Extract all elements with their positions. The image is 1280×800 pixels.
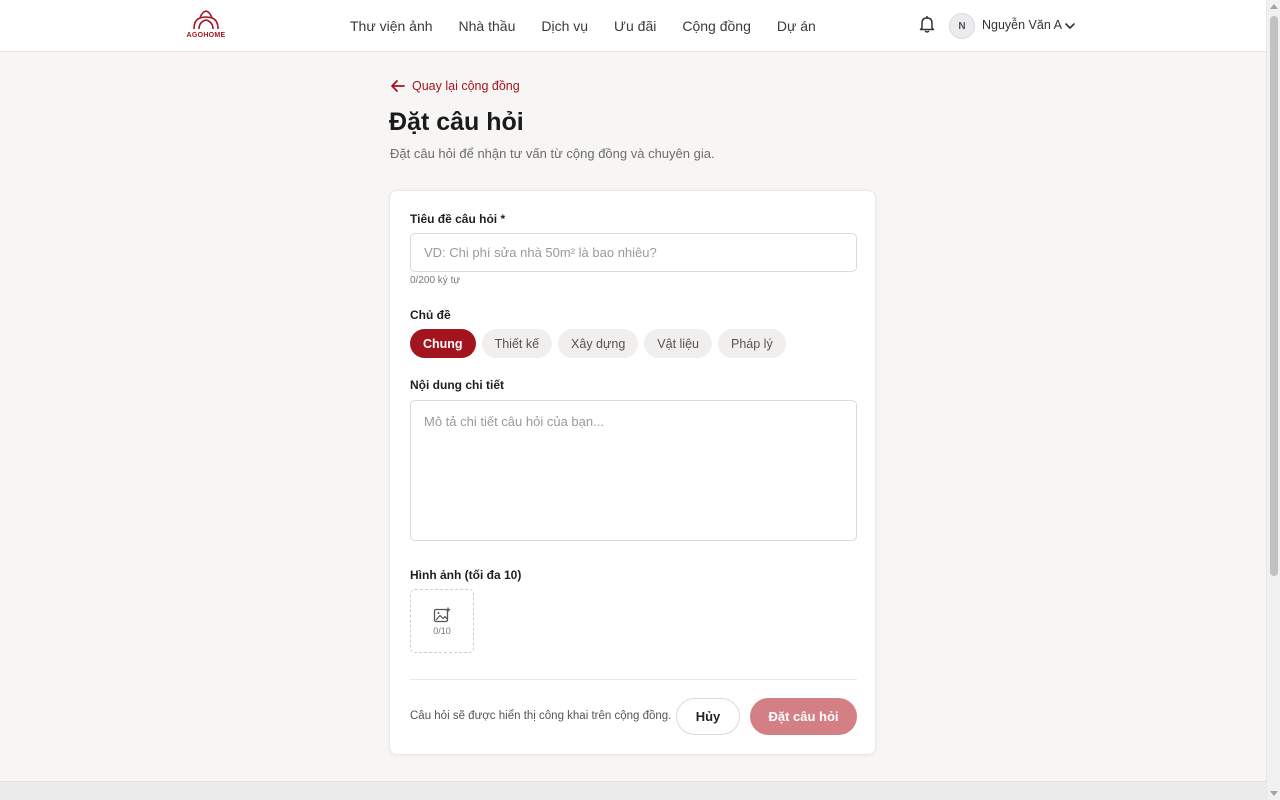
brand-logo[interactable]: AGOHOME: [184, 9, 228, 43]
image-count: 0/10: [433, 625, 451, 636]
arrow-left-icon: [391, 80, 405, 92]
user-name[interactable]: Nguyễn Văn A: [982, 18, 1062, 32]
question-title-input[interactable]: [410, 233, 857, 272]
nav-item-photo-library[interactable]: Thư viện ảnh: [350, 18, 433, 34]
nav-item-contractors[interactable]: Nhà thầu: [459, 18, 516, 34]
footer-strip: [0, 781, 1266, 800]
scroll-up-arrow-icon[interactable]: [1270, 4, 1278, 9]
nav-item-services[interactable]: Dịch vụ: [541, 18, 588, 34]
main-nav: Thư viện ảnh Nhà thầu Dịch vụ Ưu đãi Cộn…: [350, 0, 816, 52]
avatar[interactable]: N: [949, 13, 975, 39]
image-upload-button[interactable]: 0/10: [410, 589, 474, 653]
topic-chip-design[interactable]: Thiết kế: [481, 329, 553, 358]
nav-item-community[interactable]: Cộng đồng: [682, 18, 751, 34]
scrollbar-thumb[interactable]: [1270, 16, 1278, 576]
logo-text: AGOHOME: [186, 32, 226, 39]
images-field-label: Hình ảnh (tối đa 10): [410, 568, 522, 582]
topic-label: Chủ đề: [410, 308, 451, 322]
page-scrollbar[interactable]: [1266, 0, 1280, 800]
title-field-label: Tiêu đề câu hỏi *: [410, 212, 506, 226]
form-divider: [410, 679, 857, 680]
top-navigation-bar: AGOHOME Thư viện ảnh Nhà thầu Dịch vụ Ưu…: [0, 0, 1266, 52]
add-image-icon: [433, 607, 451, 622]
topic-chip-materials[interactable]: Vật liệu: [644, 329, 712, 358]
public-visibility-notice: Câu hỏi sẽ được hiển thị công khai trên …: [410, 710, 672, 722]
nav-item-projects[interactable]: Dự án: [777, 18, 816, 34]
ask-question-form: Tiêu đề câu hỏi * 0/200 ký tự Chủ đề Chu…: [389, 190, 876, 755]
scroll-down-arrow-icon[interactable]: [1270, 791, 1278, 796]
logo-mark-icon: [193, 10, 219, 30]
back-to-community-link[interactable]: Quay lại cộng đồng: [390, 79, 520, 93]
topic-chip-construction[interactable]: Xây dựng: [558, 329, 639, 358]
bell-icon[interactable]: [918, 14, 936, 34]
page-title: Đặt câu hỏi: [389, 108, 524, 136]
title-char-counter: 0/200 ký tự: [410, 275, 461, 286]
nav-item-deals[interactable]: Ưu đãi: [614, 18, 656, 34]
question-content-textarea[interactable]: [410, 400, 857, 541]
submit-question-button[interactable]: Đặt câu hỏi: [750, 698, 857, 735]
chevron-down-icon[interactable]: [1064, 19, 1076, 31]
topic-chip-general[interactable]: Chung: [410, 329, 476, 358]
topic-chip-group: Chung Thiết kế Xây dựng Vật liệu Pháp lý: [410, 329, 786, 358]
page-subtitle: Đặt câu hỏi để nhận tư vấn từ cộng đồng …: [390, 146, 715, 161]
back-link-label: Quay lại cộng đồng: [412, 79, 520, 93]
content-field-label: Nội dung chi tiết: [410, 378, 504, 392]
topic-chip-legal[interactable]: Pháp lý: [718, 329, 786, 358]
cancel-button[interactable]: Hủy: [676, 698, 740, 735]
